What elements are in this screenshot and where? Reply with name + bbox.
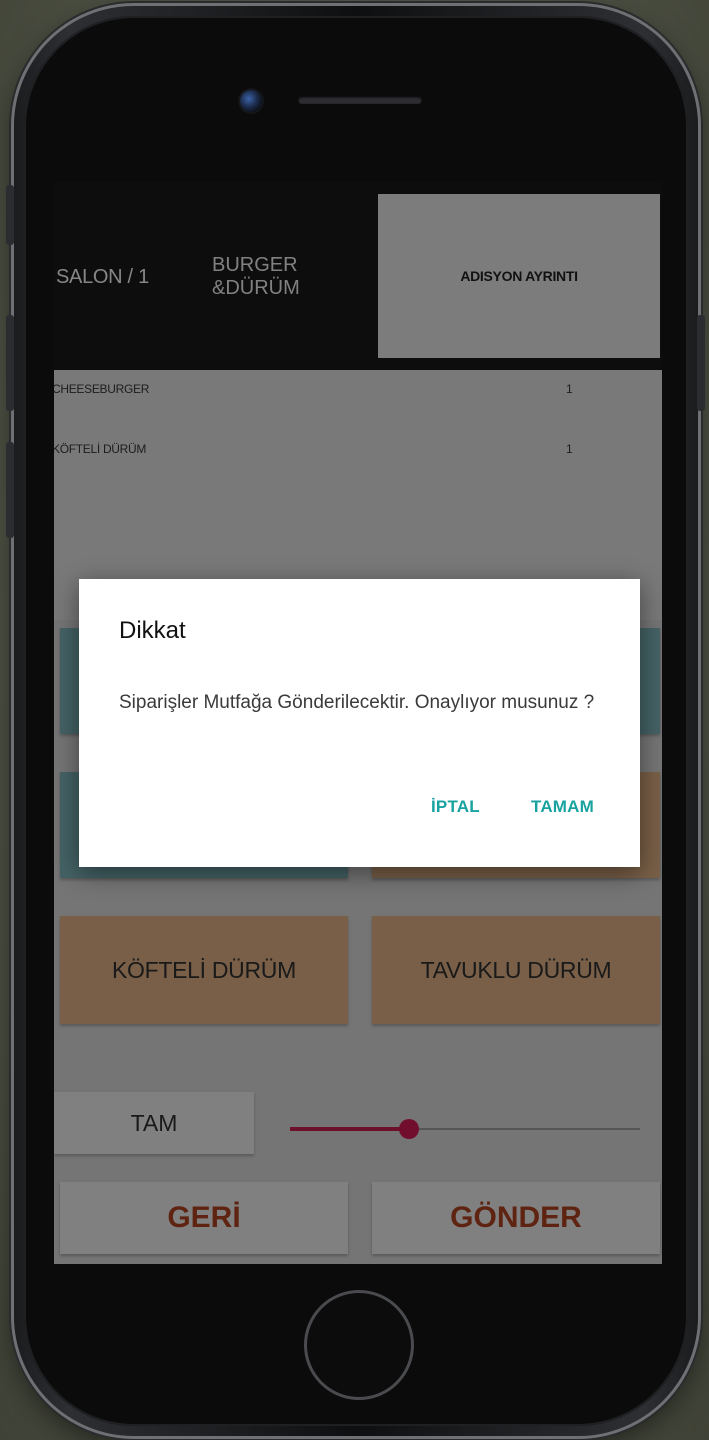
confirm-dialog: Dikkat Siparişler Mutfağa Gönderilecekti…: [79, 579, 640, 867]
front-camera: [240, 90, 262, 112]
power-button: [697, 315, 705, 411]
dialog-title: Dikkat: [119, 617, 186, 644]
mute-switch: [6, 185, 14, 245]
volume-up-button: [6, 315, 14, 411]
home-button[interactable]: [304, 1290, 414, 1400]
volume-down-button: [6, 442, 14, 538]
ok-button[interactable]: TAMAM: [531, 797, 594, 817]
app-screen: SALON / 1 BURGER &DÜRÜM ADISYON AYRINTI …: [54, 182, 662, 1264]
cancel-button[interactable]: İPTAL: [431, 797, 480, 817]
dialog-message: Siparişler Mutfağa Gönderilecektir. Onay…: [119, 692, 595, 713]
earpiece-speaker: [298, 96, 422, 104]
